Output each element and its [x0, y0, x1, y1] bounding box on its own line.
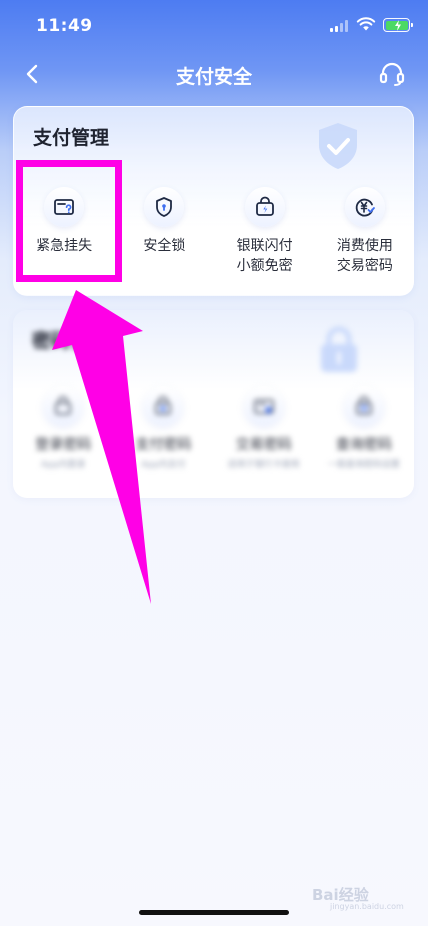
login-password-label: 登录密码 [35, 437, 92, 453]
customer-service-icon[interactable] [378, 60, 406, 88]
query-password-label: 查询密码 [335, 437, 392, 453]
nav-bar: 支付安全 [0, 54, 428, 94]
shield-check-decoration-icon [319, 123, 357, 169]
unionpay-quickpass-label: 银联闪付 小额免密 [236, 238, 293, 274]
login-password-sub: App内登录 [40, 460, 86, 470]
unionpay-quickpass-item[interactable]: 银联闪付 小额免密 [215, 187, 315, 276]
watermark-url: jingyan.baidu.com [330, 902, 404, 911]
login-password-item[interactable]: 登录密码 App内登录 [13, 386, 113, 470]
trade-password-icon [243, 386, 284, 426]
security-lock-label: 安全锁 [143, 238, 186, 254]
password-management-title: 密码管理 [32, 330, 109, 352]
query-password-sub: 一般查询密码设置 [327, 460, 400, 470]
payment-password-icon [143, 386, 184, 426]
shield-icon [144, 187, 185, 227]
signal-icon [330, 19, 348, 32]
trade-password-label: 交易密码 [235, 437, 292, 453]
transaction-password-label: 消费使用 交易密码 [336, 238, 393, 274]
transaction-password-item[interactable]: 消费使用 交易密码 [315, 187, 413, 276]
payment-password-sub: App内支付 [141, 460, 186, 470]
password-management-card: 密码管理 登录密码 App内登录 支付密码 App内支付 交易密码 适用于银行卡… [13, 310, 414, 498]
wifi-icon [356, 17, 376, 31]
trade-password-item[interactable]: 交易密码 适用于银行卡使用 [214, 386, 314, 470]
flash-pay-icon [244, 187, 285, 227]
status-time: 11:49 [36, 16, 93, 36]
page-title: 支付安全 [175, 66, 252, 88]
security-lock-item[interactable]: 安全锁 [114, 187, 214, 276]
status-bar: 11:49 [0, 0, 428, 54]
payment-password-label: 支付密码 [135, 437, 192, 453]
payment-management-title: 支付管理 [33, 127, 110, 149]
home-indicator[interactable] [139, 910, 289, 915]
payment-password-item[interactable]: 支付密码 App内支付 [113, 386, 213, 470]
query-password-item[interactable]: 查询密码 一般查询密码设置 [314, 386, 414, 470]
login-password-icon [43, 386, 84, 426]
annotation-highlight-box [16, 160, 122, 282]
yuan-check-icon [344, 187, 385, 227]
query-password-icon [343, 386, 384, 426]
battery-icon [383, 18, 413, 32]
trade-password-sub: 适用于银行卡使用 [227, 460, 300, 470]
lock-decoration-icon [321, 326, 357, 372]
